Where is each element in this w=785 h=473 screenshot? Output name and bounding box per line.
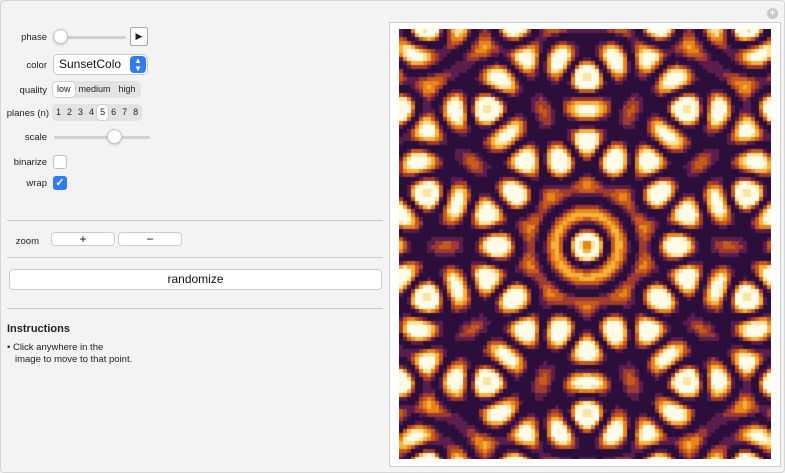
quality-option-low[interactable]: low	[53, 82, 75, 97]
planes-option-6[interactable]: 6	[108, 105, 119, 120]
planes-option-4[interactable]: 4	[86, 105, 97, 120]
wrap-label: wrap	[26, 178, 47, 189]
planes-option-2[interactable]: 2	[64, 105, 75, 120]
planes-label: planes (n)	[6, 108, 49, 119]
checkmark-icon: ✓	[55, 177, 65, 189]
quality-segmented-control: low medium high	[52, 81, 141, 98]
play-button[interactable]: ▶	[130, 27, 148, 46]
play-icon: ▶	[135, 31, 143, 41]
binarize-label: binarize	[13, 157, 47, 168]
app-frame: + phase ▶ color SunsetColo ▲ ▼ quality lo…	[0, 0, 785, 473]
scale-label: scale	[24, 132, 47, 143]
planes-segmented-control: 1 2 3 4 5 6 7 8	[52, 104, 143, 121]
phase-slider-thumb[interactable]	[53, 29, 68, 44]
randomize-button[interactable]: randomize	[9, 269, 382, 290]
phase-label: phase	[21, 32, 47, 43]
zoom-out-button[interactable]: −	[118, 232, 182, 246]
planes-option-5[interactable]: 5	[97, 105, 109, 120]
add-icon[interactable]: +	[767, 8, 778, 19]
image-panel[interactable]	[389, 22, 781, 467]
quasicrystal-image[interactable]	[399, 29, 771, 459]
zoom-in-button[interactable]: +	[51, 232, 115, 246]
color-label: color	[26, 60, 47, 71]
planes-option-7[interactable]: 7	[119, 105, 130, 120]
scale-slider-thumb[interactable]	[107, 129, 122, 144]
planes-option-8[interactable]: 8	[130, 105, 141, 120]
divider	[7, 257, 383, 258]
divider	[7, 308, 383, 309]
zoom-label: zoom	[15, 236, 39, 247]
quality-option-high[interactable]: high	[115, 82, 140, 97]
binarize-checkbox[interactable]	[53, 155, 67, 169]
instructions-title: Instructions	[7, 323, 70, 335]
chevron-updown-icon: ▲ ▼	[130, 56, 146, 73]
wrap-checkbox[interactable]: ✓	[53, 176, 67, 190]
color-select-value: SunsetColo	[59, 57, 122, 71]
planes-option-3[interactable]: 3	[75, 105, 86, 120]
scale-slider[interactable]	[54, 136, 150, 139]
planes-option-1[interactable]: 1	[53, 105, 64, 120]
color-select[interactable]: SunsetColo ▲ ▼	[53, 54, 148, 75]
instructions-body: • Click anywhere in the image to move to…	[7, 342, 167, 366]
quality-label: quality	[19, 85, 47, 96]
quality-option-medium[interactable]: medium	[75, 82, 115, 97]
instructions-line-1: • Click anywhere in the	[7, 342, 104, 353]
divider	[7, 220, 383, 221]
instructions-line-2: image to move to that point.	[15, 354, 133, 365]
